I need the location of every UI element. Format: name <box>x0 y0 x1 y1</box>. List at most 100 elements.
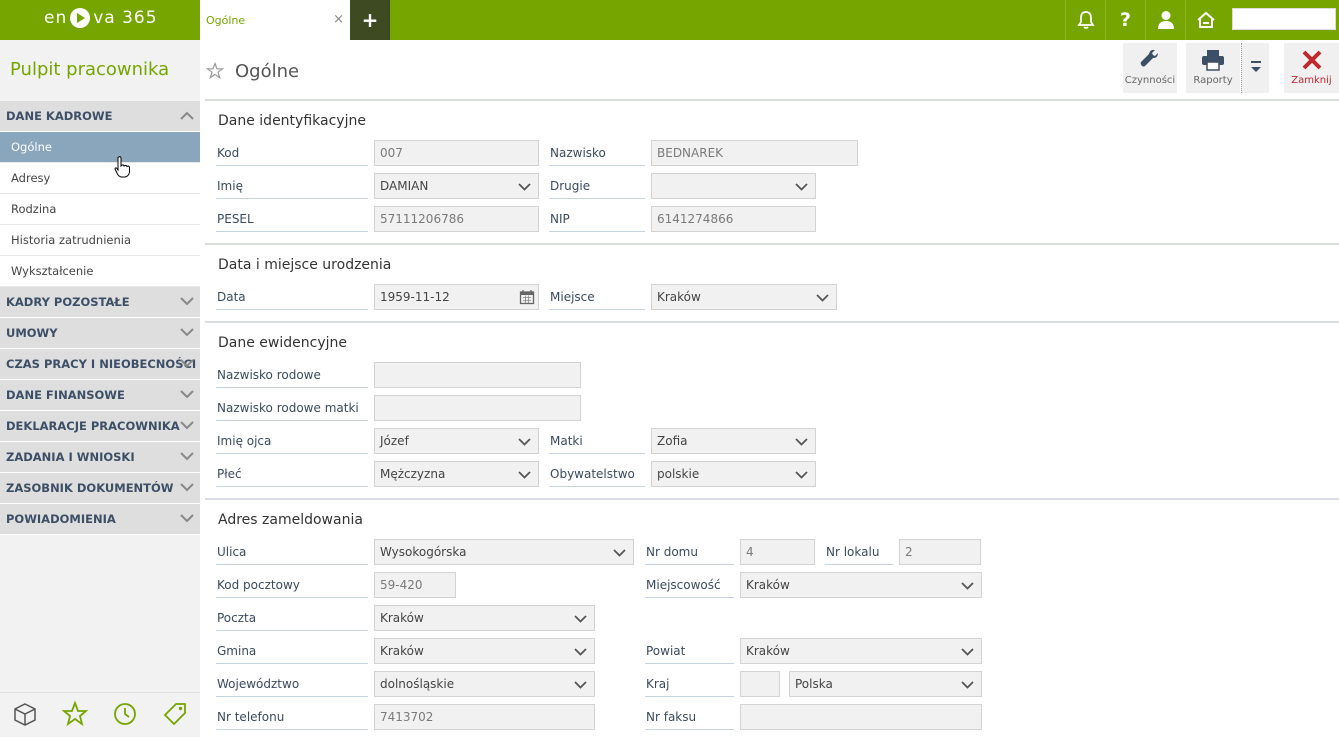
poczta-value: Kraków <box>380 611 424 625</box>
wrench-icon <box>1140 49 1158 67</box>
nr-lokalu-field[interactable]: 2 <box>899 539 981 565</box>
tab-close-button[interactable]: × <box>333 12 344 27</box>
pesel-field[interactable]: 57111206786 <box>374 206 539 232</box>
divider <box>205 321 1339 323</box>
section-label: ZASOBNIK DOKUMENTÓW <box>6 481 174 495</box>
kod-pocztowy-field[interactable]: 59-420 <box>374 572 456 598</box>
chevron-down-icon <box>180 421 194 430</box>
miejsce-value: Kraków <box>657 290 701 304</box>
nr-telefonu-field[interactable]: 7413702 <box>374 704 595 730</box>
pesel-label: PESEL <box>216 206 368 232</box>
favorite-star-icon[interactable] <box>206 62 224 80</box>
czynnosci-button[interactable]: Czynności <box>1123 43 1177 93</box>
chevron-down-icon <box>961 681 974 689</box>
miejscowosc-select[interactable]: Kraków <box>740 572 982 598</box>
nazwisko-rodowe-field[interactable] <box>374 362 581 388</box>
sidebar-section-umowy[interactable]: UMOWY <box>0 318 200 349</box>
gmina-select[interactable]: Kraków <box>374 638 595 664</box>
tab-ogolne[interactable]: Ogólne × <box>200 0 350 40</box>
chevron-down-icon <box>518 183 531 191</box>
obywatelstwo-select[interactable]: polskie <box>651 461 816 487</box>
powiat-select[interactable]: Kraków <box>740 638 982 664</box>
sidebar-item-label: Rodzina <box>11 202 57 216</box>
sidebar-section-deklaracje[interactable]: DEKLARACJE PRACOWNIKA <box>0 411 200 442</box>
sidebar-item-label: Adresy <box>11 171 51 185</box>
section-label: DANE KADROWE <box>6 109 113 123</box>
enova-logo[interactable]: en va 365 <box>44 8 158 28</box>
imie-ojca-value: Józef <box>380 434 409 448</box>
powiat-value: Kraków <box>746 644 790 658</box>
plec-label: Płeć <box>216 461 368 487</box>
sidebar-section-zasobnik[interactable]: ZASOBNIK DOKUMENTÓW <box>0 473 200 504</box>
data-label: Data <box>216 284 368 310</box>
play-icon <box>70 8 91 28</box>
nr-faksu-field[interactable] <box>740 704 982 730</box>
clock-icon <box>114 703 136 725</box>
section-title-dane-identyfikacyjne: Dane identyfikacyjne <box>218 113 366 129</box>
nazwisko-field[interactable]: BEDNAREK <box>651 140 858 166</box>
poczta-select[interactable]: Kraków <box>374 605 595 631</box>
miejsce-label: Miejsce <box>549 284 645 310</box>
imie-select[interactable]: DAMIAN <box>374 173 539 199</box>
sidebar-item-adresy[interactable]: Adresy <box>0 163 200 194</box>
kod-field[interactable]: 007 <box>374 140 539 166</box>
search-input[interactable] <box>1232 8 1336 30</box>
kraj-code-field[interactable] <box>740 671 780 697</box>
nazwisko-rodowe-matki-field[interactable] <box>374 395 581 421</box>
ulica-select[interactable]: Wysokogórska <box>374 539 634 565</box>
sidebar-section-kadry-pozostale[interactable]: KADRY POZOSTAŁE <box>0 287 200 318</box>
home-button[interactable] <box>1185 0 1225 40</box>
chevron-down-icon <box>574 615 587 623</box>
sidebar-section-dane-finansowe[interactable]: DANE FINANSOWE <box>0 380 200 411</box>
imie-label: Imię <box>216 173 368 199</box>
chevron-down-icon <box>180 359 194 368</box>
nip-field[interactable]: 6141274866 <box>651 206 816 232</box>
chevron-down-icon <box>180 483 194 492</box>
sidebar-section-powiadomienia[interactable]: POWIADOMIENIA <box>0 504 200 535</box>
logo-text-left: en <box>44 8 68 28</box>
plec-select[interactable]: Mężczyzna <box>374 461 539 487</box>
user-button[interactable] <box>1145 0 1185 40</box>
ulica-value: Wysokogórska <box>380 545 467 559</box>
tags-button[interactable] <box>160 699 190 729</box>
sidebar-item-historia-zatrudnienia[interactable]: Historia zatrudnienia <box>0 225 200 256</box>
nazwisko-label: Nazwisko <box>549 140 645 166</box>
imie-ojca-select[interactable]: Józef <box>374 428 539 454</box>
chevron-up-icon <box>180 111 194 120</box>
nr-domu-field[interactable]: 4 <box>740 539 815 565</box>
add-tab-button[interactable]: + <box>350 0 390 40</box>
sidebar-item-ogolne[interactable]: Ogólne <box>0 132 200 163</box>
nr-domu-label: Nr domu <box>645 539 734 565</box>
miejsce-select[interactable]: Kraków <box>651 284 837 310</box>
plec-value: Mężczyzna <box>380 467 446 481</box>
section-title-data-urodzenia: Data i miejsce urodzenia <box>218 257 392 273</box>
czynnosci-label: Czynności <box>1124 75 1176 86</box>
history-button[interactable] <box>110 699 140 729</box>
favorites-button[interactable] <box>60 699 90 729</box>
imie-value: DAMIAN <box>380 179 429 193</box>
matki-select[interactable]: Zofia <box>651 428 816 454</box>
notifications-button[interactable] <box>1065 0 1105 40</box>
help-icon: ? <box>1119 9 1132 31</box>
raporty-button[interactable]: Raporty <box>1186 43 1240 93</box>
calendar-icon[interactable] <box>519 289 535 305</box>
chevron-down-icon <box>180 452 194 461</box>
sidebar-item-wyksztalcenie[interactable]: Wykształcenie <box>0 256 200 287</box>
chevron-down-icon <box>816 294 829 302</box>
kod-pocztowy-label: Kod pocztowy <box>216 572 368 598</box>
sidebar-section-zadania[interactable]: ZADANIA I WNIOSKI <box>0 442 200 473</box>
zamknij-button[interactable]: Zamknij <box>1284 43 1339 93</box>
matki-value: Zofia <box>657 434 688 448</box>
help-button[interactable]: ? <box>1105 0 1145 40</box>
birth-date-field[interactable]: 1959-11-12 <box>374 284 539 310</box>
sidebar-section-czas-pracy[interactable]: CZAS PRACY I NIEOBECNOŚCI <box>0 349 200 380</box>
chevron-down-icon <box>574 681 587 689</box>
sidebar-item-rodzina[interactable]: Rodzina <box>0 194 200 225</box>
more-actions-button[interactable] <box>1241 43 1269 93</box>
wojewodztwo-select[interactable]: dolnośląskie <box>374 671 595 697</box>
kraj-select[interactable]: Polska <box>789 671 982 697</box>
chevron-down-icon <box>795 438 808 446</box>
sidebar-section-dane-kadrowe[interactable]: DANE KADROWE <box>0 101 200 132</box>
box-button[interactable] <box>10 699 40 729</box>
drugie-select[interactable] <box>651 173 816 199</box>
